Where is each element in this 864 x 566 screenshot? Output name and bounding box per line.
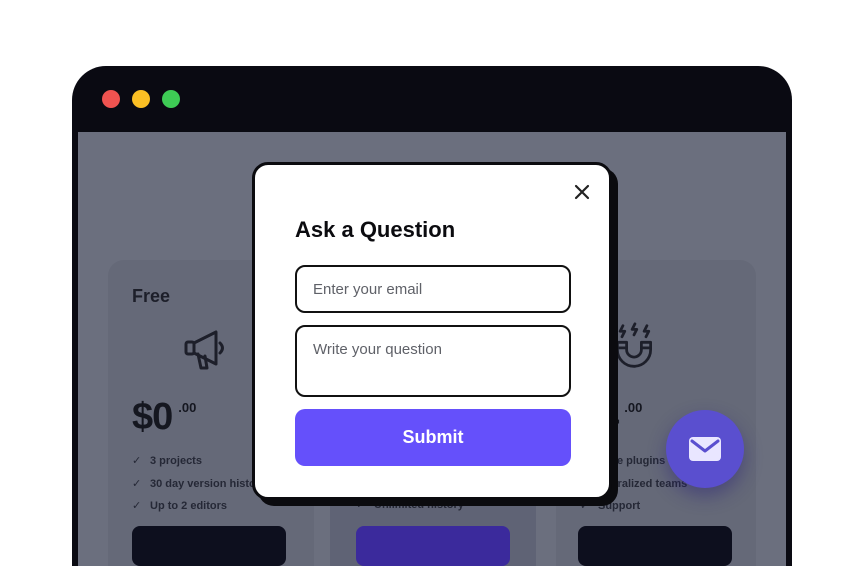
plan-select-button[interactable] — [578, 526, 732, 566]
plan-select-button[interactable] — [356, 526, 510, 566]
modal-title: Ask a Question — [295, 217, 456, 242]
feature-item: ✓ Support — [580, 500, 641, 512]
plan-select-button[interactable] — [132, 526, 286, 566]
check-icon: ✓ — [132, 477, 142, 490]
close-icon[interactable] — [571, 181, 593, 203]
price-cents: .00 — [178, 400, 197, 415]
contact-fab-button[interactable] — [666, 410, 744, 488]
feature-list: ✓ 3 projects ✓ 30 day version history ✓ Up … — [132, 454, 266, 522]
plan-name: Free — [132, 286, 171, 306]
mail-icon — [689, 437, 721, 461]
check-icon: ✓ — [132, 455, 142, 467]
feature-item: ✓ Unlimited history — [356, 499, 464, 511]
feature-item: ✓ 3 projects — [132, 455, 202, 467]
price-cents: .00 — [624, 400, 643, 415]
submit-button[interactable]: Submit — [295, 409, 571, 466]
feature-item: ✓ 30 day version history — [132, 477, 267, 490]
window-minimize-dot[interactable] — [132, 90, 150, 108]
question-textarea[interactable] — [295, 325, 571, 397]
check-icon: ✓ — [580, 500, 590, 512]
megaphone-icon — [184, 330, 224, 370]
check-icon: ✓ — [132, 500, 142, 512]
feature-list: ✓ Unlimited history — [356, 498, 464, 521]
price-amount: $0 — [132, 396, 173, 438]
magnet-icon — [616, 322, 652, 368]
plan-price: $0 .00 — [132, 396, 196, 439]
window-close-dot[interactable] — [102, 90, 120, 108]
feature-item: ✓ Up to 2 editors — [132, 500, 228, 512]
email-input[interactable] — [295, 265, 571, 313]
window-maximize-dot[interactable] — [162, 90, 180, 108]
ask-question-modal: Ask a Question Submit — [252, 162, 612, 500]
